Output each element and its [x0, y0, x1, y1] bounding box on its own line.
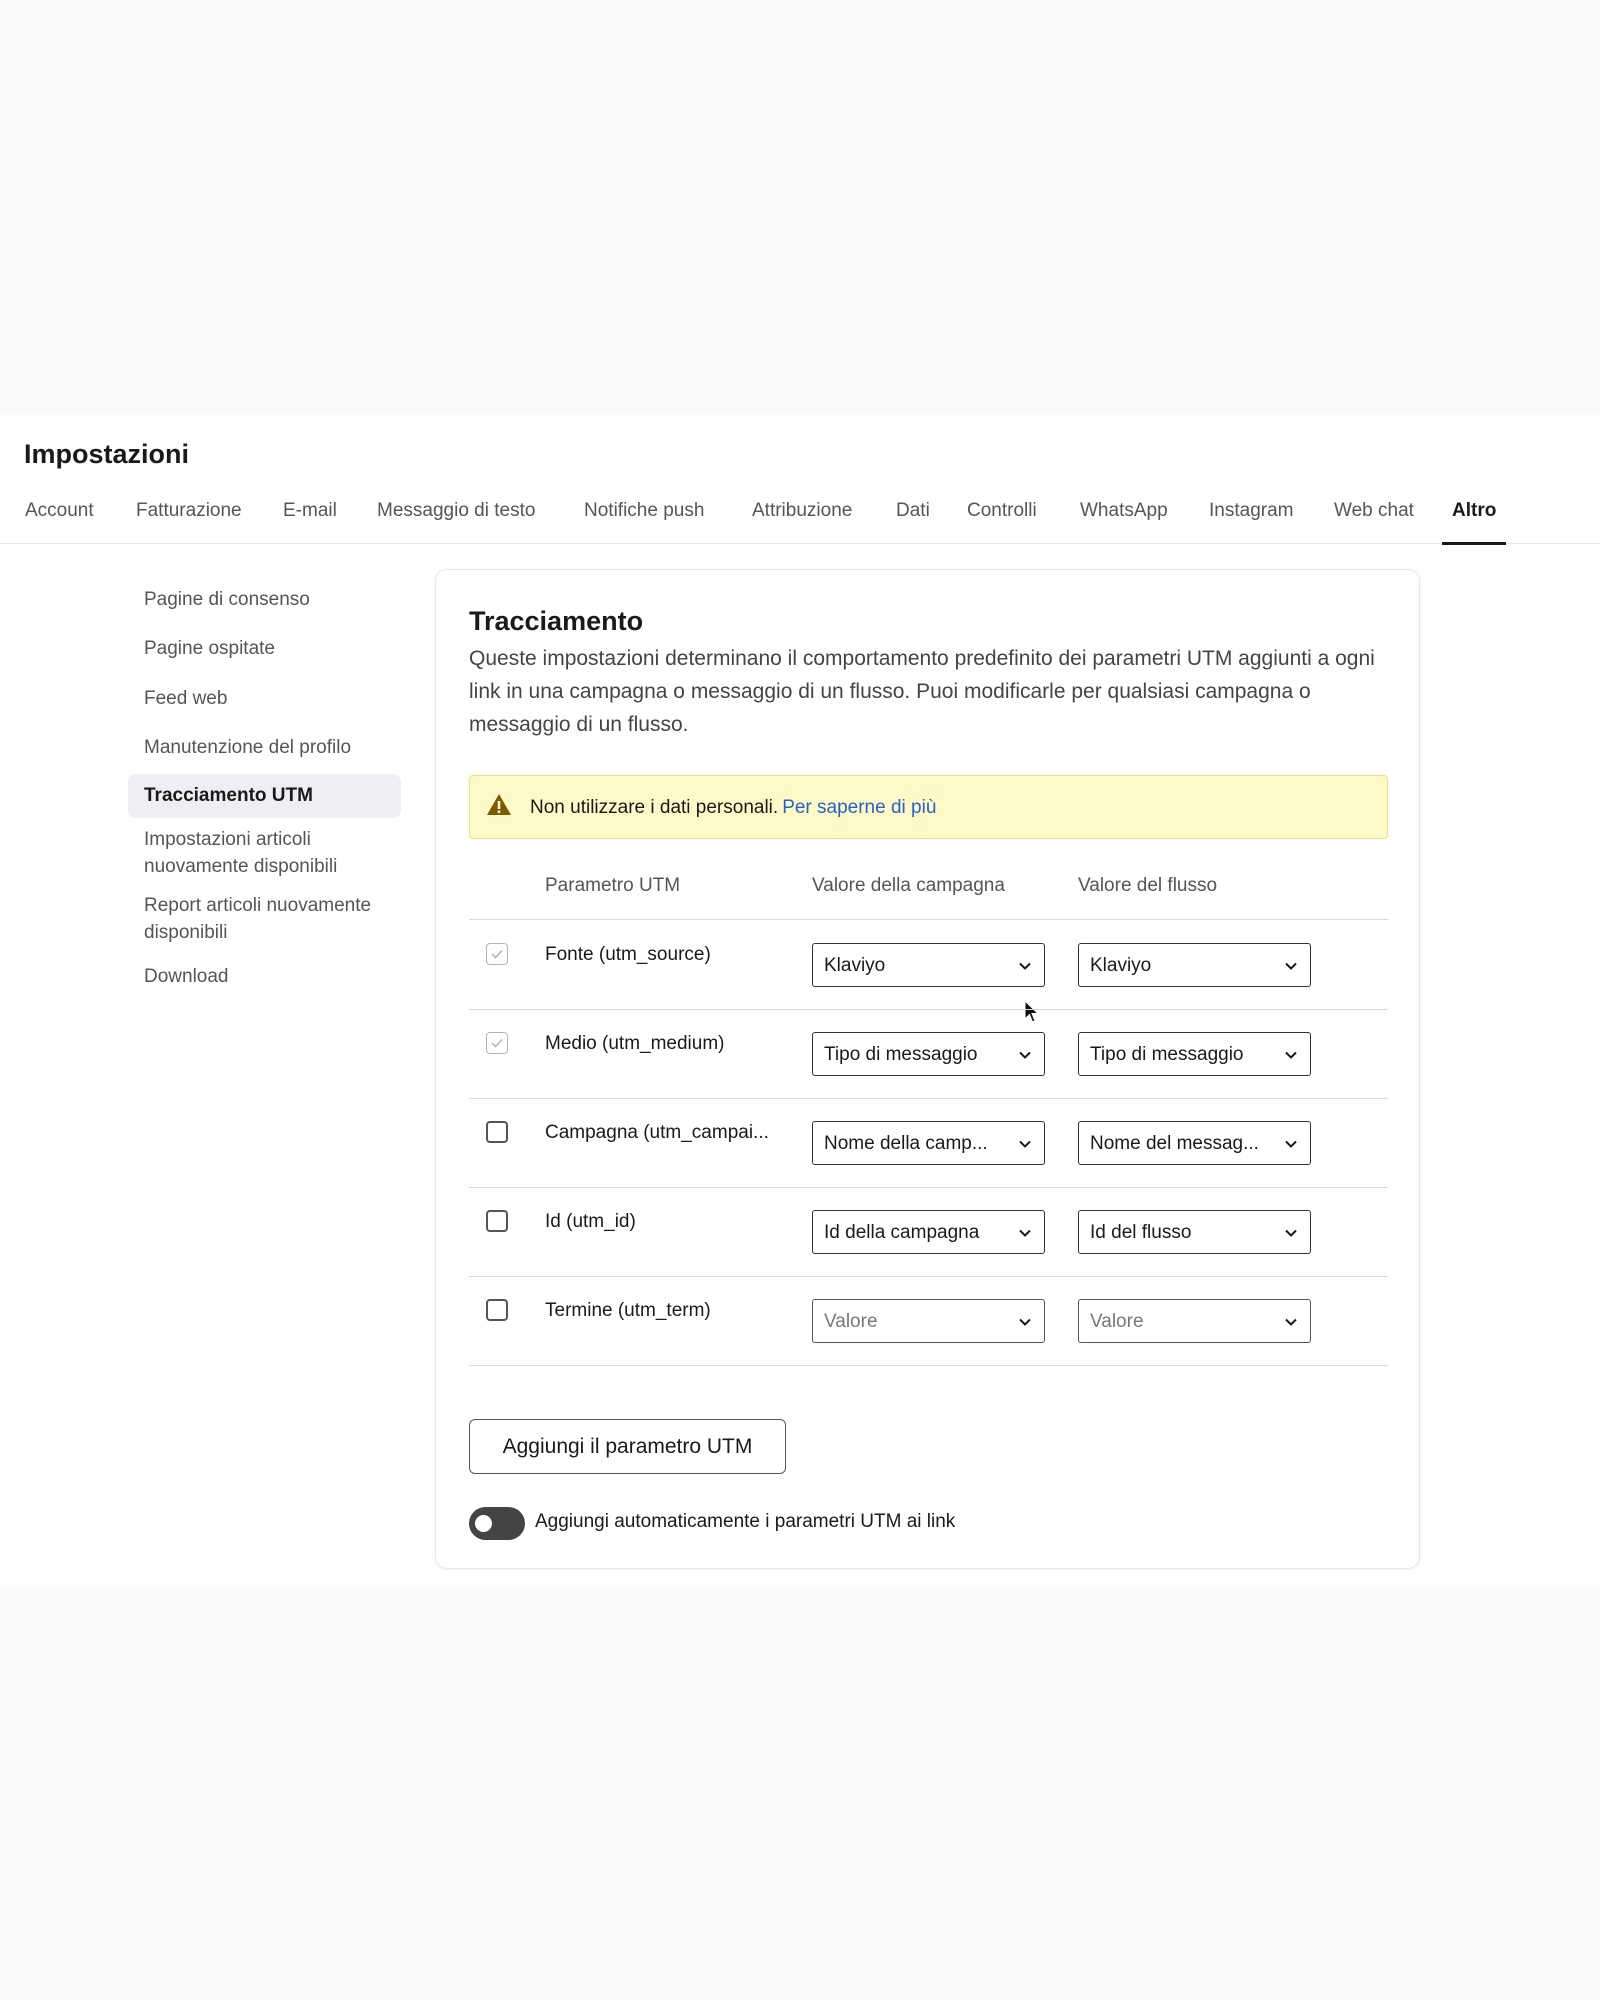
header-param: Parametro UTM [545, 875, 681, 896]
auto-utm-toggle[interactable] [469, 1507, 525, 1540]
sidebar-item-tracciamento-utm[interactable]: Tracciamento UTM [128, 774, 401, 818]
check-icon [491, 949, 503, 959]
warning-icon [487, 794, 511, 815]
chevron-down-icon [1285, 1229, 1297, 1237]
card-title: Tracciamento [469, 606, 644, 636]
card-description: Queste impostazioni determinano il compo… [469, 647, 1375, 736]
chevron-down-icon [1285, 1318, 1297, 1326]
flow-value-select[interactable]: Klaviyo [1078, 943, 1311, 987]
param-label: Fonte (utm_source) [545, 944, 711, 965]
utm-source-checkbox[interactable] [486, 943, 508, 965]
header-flow-value: Valore del flusso [1078, 875, 1218, 896]
table-row: Fonte (utm_source) Klaviyo Klaviyo [469, 921, 1388, 1010]
tab-fatturazione[interactable]: Fatturazione [136, 485, 242, 544]
table-row: Id (utm_id) Id della campagna Id del flu… [469, 1188, 1388, 1277]
campaign-value-select[interactable]: Id della campagna [812, 1210, 1045, 1254]
campaign-value-select[interactable]: Nome della camp... [812, 1121, 1045, 1165]
table-row: Campagna (utm_campai... Nome della camp.… [469, 1099, 1388, 1188]
chevron-down-icon [1019, 1229, 1031, 1237]
flow-value-select[interactable]: Valore [1078, 1299, 1311, 1343]
param-label: Campagna (utm_campai... [545, 1122, 769, 1143]
header-campaign-value: Valore della campagna [812, 875, 1005, 896]
settings-tabs: Account Fatturazione E-mail Messaggio di… [0, 485, 1600, 545]
utm-id-checkbox[interactable] [486, 1210, 508, 1232]
alert-message: Non utilizzare i dati personali. [530, 797, 779, 818]
utm-term-checkbox[interactable] [486, 1299, 508, 1321]
select-value: Id della campagna [824, 1222, 980, 1243]
table-row: Medio (utm_medium) Tipo di messaggio Tip… [469, 1010, 1388, 1099]
select-value: Klaviyo [824, 955, 886, 976]
tab-controlli[interactable]: Controlli [967, 485, 1037, 544]
campaign-value-select[interactable]: Klaviyo [812, 943, 1045, 987]
utm-medium-checkbox[interactable] [486, 1032, 508, 1054]
select-value: Nome del messag... [1090, 1133, 1259, 1154]
chevron-down-icon [1019, 1140, 1031, 1148]
learn-more-link[interactable]: Per saperne di più [782, 797, 936, 818]
chevron-down-icon [1285, 1140, 1297, 1148]
settings-panel: Impostazioni Account Fatturazione E-mail… [0, 415, 1600, 1587]
sidebar-item-pagine-di-consenso[interactable]: Pagine di consenso [128, 586, 401, 613]
flow-value-select[interactable]: Id del flusso [1078, 1210, 1311, 1254]
flow-value-select[interactable]: Tipo di messaggio [1078, 1032, 1311, 1076]
tab-account[interactable]: Account [25, 485, 94, 544]
tab-altro[interactable]: Altro [1441, 485, 1507, 545]
tracking-card: Tracciamento Queste impostazioni determi… [435, 569, 1420, 1569]
tab-messaggio-di-testo[interactable]: Messaggio di testo [377, 485, 535, 544]
sidebar-item-pagine-ospitate[interactable]: Pagine ospitate [128, 635, 401, 662]
sidebar-item-download[interactable]: Download [128, 963, 401, 990]
chevron-down-icon [1019, 962, 1031, 970]
select-placeholder: Valore [824, 1311, 878, 1332]
tab-email[interactable]: E-mail [283, 485, 337, 544]
select-value: Nome della camp... [824, 1133, 988, 1154]
alert-text: Non utilizzare i dati personali. Per sape… [530, 797, 936, 819]
param-label: Medio (utm_medium) [545, 1033, 725, 1054]
flow-value-select[interactable]: Nome del messag... [1078, 1121, 1311, 1165]
tab-web-chat[interactable]: Web chat [1334, 485, 1414, 544]
select-value: Id del flusso [1090, 1222, 1192, 1243]
select-value: Tipo di messaggio [824, 1044, 978, 1065]
campaign-value-select[interactable]: Valore [812, 1299, 1045, 1343]
tab-notifiche-push[interactable]: Notifiche push [584, 485, 704, 544]
param-label: Id (utm_id) [545, 1211, 636, 1232]
utm-campaign-checkbox[interactable] [486, 1121, 508, 1143]
select-value: Tipo di messaggio [1090, 1044, 1244, 1065]
tab-whatsapp[interactable]: WhatsApp [1080, 485, 1168, 544]
chevron-down-icon [1019, 1051, 1031, 1059]
tab-attribuzione[interactable]: Attribuzione [752, 485, 852, 544]
campaign-value-select[interactable]: Tipo di messaggio [812, 1032, 1045, 1076]
sidebar-item-impostazioni-articoli[interactable]: Impostazioni articoli nuovamente disponi… [128, 826, 401, 880]
add-utm-parameter-button[interactable]: Aggiungi il parametro UTM [469, 1419, 786, 1474]
page-title: Impostazioni [24, 439, 190, 469]
auto-utm-toggle-label: Aggiungi automaticamente i parametri UTM… [535, 1511, 956, 1532]
chevron-down-icon [1019, 1318, 1031, 1326]
table-row: Termine (utm_term) Valore Valore [469, 1277, 1388, 1366]
table-header: Parametro UTM Valore della campagna Valo… [469, 860, 1388, 920]
personal-data-alert: Non utilizzare i dati personali. Per sape… [469, 775, 1388, 1023]
chevron-down-icon [1285, 962, 1297, 970]
param-label: Termine (utm_term) [545, 1300, 711, 1321]
sidebar-item-manutenzione-profilo[interactable]: Manutenzione del profilo [128, 734, 401, 761]
toggle-knob [475, 1515, 492, 1532]
chevron-down-icon [1285, 1051, 1297, 1059]
select-placeholder: Valore [1090, 1311, 1144, 1332]
select-value: Klaviyo [1090, 955, 1152, 976]
sidebar-item-report-articoli[interactable]: Report articoli nuovamente disponibili [128, 892, 401, 946]
tab-dati[interactable]: Dati [896, 485, 930, 544]
check-icon [491, 1038, 503, 1048]
tab-instagram[interactable]: Instagram [1209, 485, 1293, 544]
sidebar-item-feed-web[interactable]: Feed web [128, 685, 401, 712]
